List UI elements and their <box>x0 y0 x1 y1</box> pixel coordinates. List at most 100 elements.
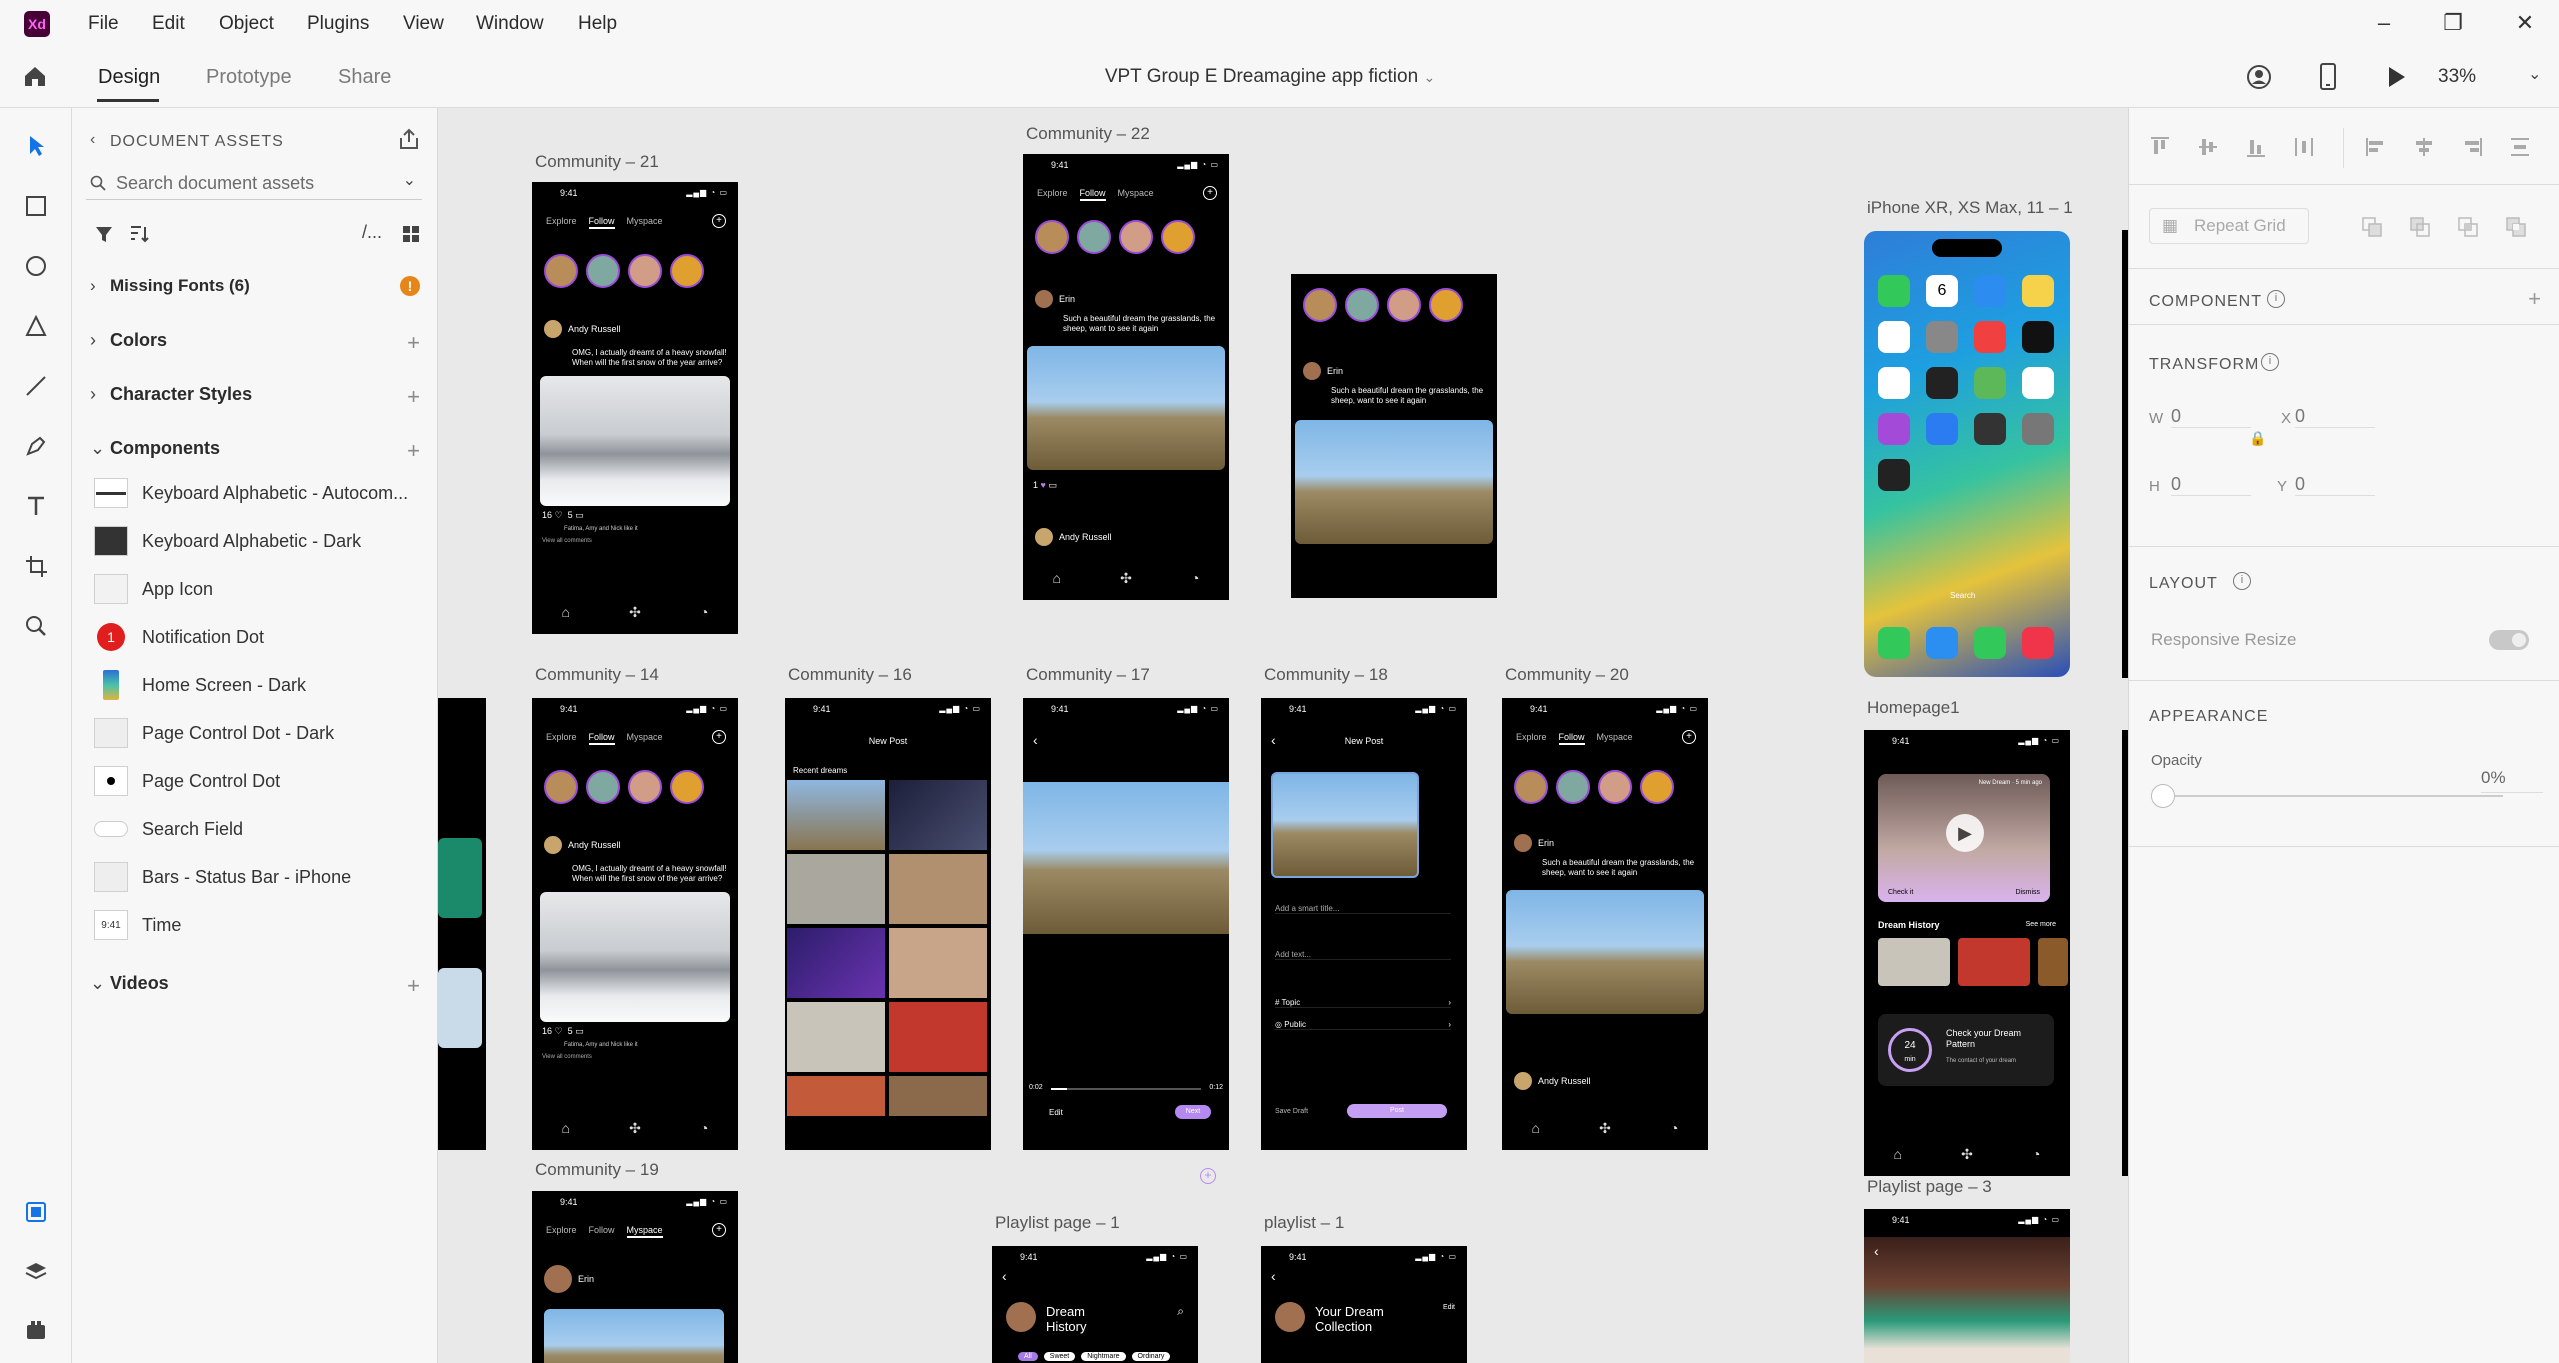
artboard-community-21[interactable]: 9:41 Explore Follow Myspace + Andy Russell… <box>532 182 738 634</box>
artboard-community-14[interactable]: 9:41 Explore Follow Myspace + Andy Russell… <box>532 698 738 1150</box>
artboard-label[interactable]: Community – 19 <box>535 1160 659 1180</box>
layers-panel-icon[interactable] <box>20 1256 52 1288</box>
component-item[interactable]: Page Control Dot - Dark <box>94 713 424 753</box>
add-component-icon[interactable]: + <box>407 438 420 464</box>
back-chevron-icon[interactable]: ‹ <box>90 131 95 149</box>
tab-design[interactable]: Design <box>98 66 160 89</box>
align-center-icon[interactable] <box>2411 134 2437 160</box>
artboard-playlist-page-3[interactable]: 9:41 ‹ <box>1864 1209 2070 1363</box>
components-section[interactable]: ⌄ Components + <box>90 438 420 468</box>
artboard-partial-left[interactable] <box>438 698 486 1150</box>
rectangle-tool-icon[interactable] <box>20 190 52 222</box>
tab-prototype[interactable]: Prototype <box>206 66 292 89</box>
add-artboard-icon[interactable]: + <box>1200 1168 1216 1184</box>
polygon-tool-icon[interactable] <box>20 310 52 342</box>
close-icon[interactable]: ✕ <box>2512 10 2538 36</box>
artboard-label[interactable]: Community – 16 <box>788 665 912 685</box>
component-item[interactable]: Search Field <box>94 809 424 849</box>
videos-section[interactable]: ⌄ Videos + <box>90 973 420 1003</box>
opacity-slider-handle[interactable] <box>2151 784 2175 808</box>
add-character-style-icon[interactable]: + <box>407 384 420 410</box>
distribute-horizontal-icon[interactable] <box>2291 134 2317 160</box>
artboard-label[interactable]: Playlist page – 1 <box>995 1213 1120 1233</box>
filter-icon[interactable] <box>94 224 114 244</box>
info-icon[interactable]: i <box>2267 290 2285 308</box>
document-title[interactable]: VPT Group E Dreamagine app fiction ⌄ <box>1090 66 1450 88</box>
add-video-icon[interactable]: + <box>407 973 420 999</box>
info-icon[interactable]: i <box>2233 572 2251 590</box>
artboard-label[interactable]: Homepage1 <box>1867 698 1960 718</box>
add-color-icon[interactable]: + <box>407 330 420 356</box>
distribute-vertical-icon[interactable] <box>2507 134 2533 160</box>
menu-help[interactable]: Help <box>578 13 617 35</box>
search-filter-chevron-icon[interactable]: ⌄ <box>403 170 416 190</box>
align-top-icon[interactable] <box>2147 134 2173 160</box>
align-left-icon[interactable] <box>2363 134 2389 160</box>
plugins-panel-icon[interactable] <box>20 1314 52 1346</box>
x-input[interactable]: 0 <box>2295 406 2375 428</box>
artboard-community-20[interactable]: 9:41 Explore Follow Myspace + Erin Such a … <box>1502 698 1708 1150</box>
artboard-community-18[interactable]: 9:41 ‹ New Post Add a smart title... Add… <box>1261 698 1467 1150</box>
artboard-label[interactable]: Playlist page – 3 <box>1867 1177 1992 1197</box>
zoom-chevron-icon[interactable]: ⌄ <box>2528 64 2541 84</box>
text-tool-icon[interactable] <box>20 490 52 522</box>
grid-view-icon[interactable] <box>402 225 420 243</box>
device-preview-icon[interactable] <box>2318 62 2338 92</box>
character-styles-section[interactable]: › Character Styles + <box>90 384 420 414</box>
align-middle-icon[interactable] <box>2195 134 2221 160</box>
artboard-label[interactable]: iPhone XR, XS Max, 11 – 1 <box>1867 198 2073 218</box>
artboard-iphone-home[interactable]: 6 Search <box>1864 231 2070 677</box>
width-input[interactable]: 0 <box>2171 406 2251 428</box>
responsive-resize-toggle[interactable] <box>2489 630 2529 650</box>
opacity-input[interactable]: 0% <box>2481 768 2543 793</box>
colors-section[interactable]: › Colors + <box>90 330 420 360</box>
zoom-level[interactable]: 33% <box>2438 66 2476 88</box>
sort-icon[interactable] <box>128 224 150 244</box>
component-item[interactable]: Keyboard Alphabetic - Dark <box>94 521 424 561</box>
artboard-community-17[interactable]: 9:41 ‹ 0:02 0:12 Edit Next <box>1023 698 1229 1150</box>
component-item[interactable]: App Icon <box>94 569 424 609</box>
opacity-slider-track[interactable] <box>2175 795 2503 797</box>
missing-fonts-row[interactable]: › Missing Fonts (6) ! <box>90 276 420 306</box>
menu-file[interactable]: File <box>88 13 119 35</box>
add-component-icon[interactable]: + <box>2528 286 2541 312</box>
menu-plugins[interactable]: Plugins <box>307 13 369 35</box>
share-assets-icon[interactable] <box>398 128 420 150</box>
assets-panel-icon[interactable] <box>20 1196 52 1228</box>
height-input[interactable]: 0 <box>2171 474 2251 496</box>
artboard-homepage1[interactable]: 9:41 New Dream · 5 min ago ▶ Check it Di… <box>1864 730 2070 1176</box>
artboard-label[interactable]: Community – 20 <box>1505 665 1629 685</box>
artboard-label[interactable]: Community – 21 <box>535 152 659 172</box>
artboard-playlist-1[interactable]: 9:41 ‹ Your Dream Collection Edit <box>1261 1246 1467 1363</box>
artboard-community-fragment[interactable]: Erin Such a beautiful dream the grasslan… <box>1291 274 1497 598</box>
component-item[interactable]: Bars - Status Bar - iPhone <box>94 857 424 897</box>
restore-icon[interactable]: ❐ <box>2440 10 2466 36</box>
component-item[interactable]: Page Control Dot <box>94 761 424 801</box>
pen-tool-icon[interactable] <box>20 430 52 462</box>
artboard-label[interactable]: playlist – 1 <box>1264 1213 1344 1233</box>
design-canvas[interactable]: Community – 21 9:41 Explore Follow Myspace… <box>438 108 2128 1363</box>
user-profile-icon[interactable] <box>2246 64 2272 90</box>
component-item[interactable]: Keyboard Alphabetic - Autocom... <box>94 473 424 513</box>
boolean-intersect-icon[interactable] <box>2455 214 2481 240</box>
asset-search-field[interactable]: Search document assets ⌄ <box>86 166 422 200</box>
artboard-tool-icon[interactable] <box>20 550 52 582</box>
repeat-grid-button[interactable]: ▦ Repeat Grid <box>2149 208 2309 244</box>
component-item[interactable]: Home Screen - Dark <box>94 665 424 705</box>
menu-window[interactable]: Window <box>476 13 544 35</box>
artboard-label[interactable]: Community – 17 <box>1026 665 1150 685</box>
artboard-community-22[interactable]: 9:41 Explore Follow Myspace + Erin Such a … <box>1023 154 1229 600</box>
artboard-label[interactable]: Community – 14 <box>535 665 659 685</box>
minimize-icon[interactable]: – <box>2371 10 2397 36</box>
info-icon[interactable]: i <box>2261 353 2279 371</box>
artboard-playlist-page-1[interactable]: 9:41 ‹ Dream History ⌕ All Sweet Nightmare… <box>992 1246 1198 1363</box>
menu-view[interactable]: View <box>403 13 444 35</box>
line-tool-icon[interactable] <box>20 370 52 402</box>
tab-share[interactable]: Share <box>338 66 391 89</box>
artboard-community-19[interactable]: 9:41 Explore Follow Myspace + Erin <box>532 1191 738 1363</box>
list-view-icon[interactable]: /... <box>362 222 382 243</box>
boolean-exclude-icon[interactable] <box>2503 214 2529 240</box>
artboard-label[interactable]: Community – 22 <box>1026 124 1150 144</box>
artboard-community-16[interactable]: 9:41 New Post Recent dreams <box>785 698 991 1150</box>
home-icon[interactable] <box>22 64 48 88</box>
